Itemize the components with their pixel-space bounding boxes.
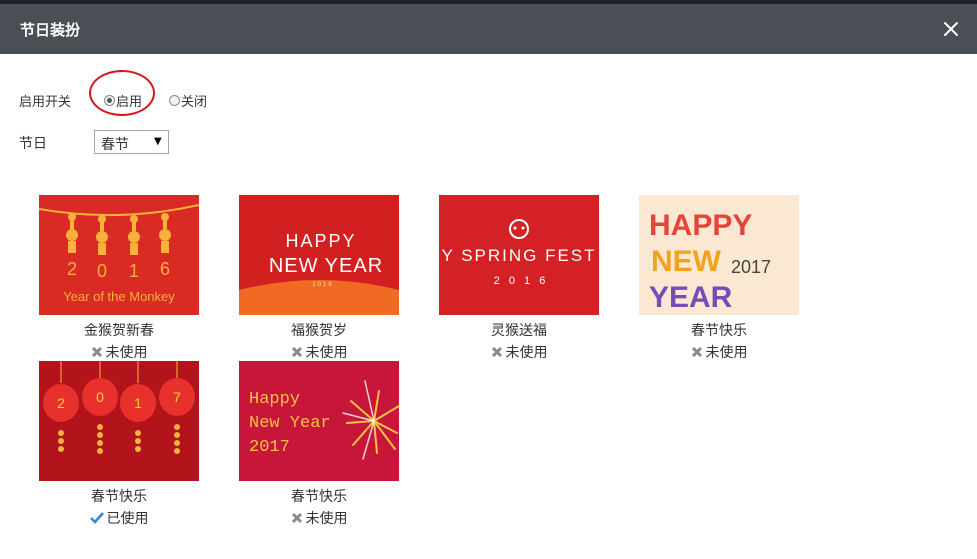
theme-status: 未使用 — [239, 508, 399, 528]
art-text: 2017 — [731, 257, 771, 277]
radio-disable[interactable]: 关闭 — [169, 91, 207, 110]
unused-x-icon — [491, 346, 503, 362]
theme-status: 已使用 — [39, 508, 199, 528]
dialog-title: 节日装扮 — [20, 21, 81, 39]
art-text: 2016 — [312, 282, 333, 288]
art-text: NEW YEAR — [269, 255, 383, 277]
art-text: YEAR — [649, 281, 733, 314]
theme-name: 福猴贺岁 — [291, 323, 347, 339]
theme-status: 未使用 — [639, 342, 799, 362]
holiday-select-value: 春节 — [101, 137, 129, 153]
theme-thumbnail-fireworks[interactable]: Happy New Year 2017 — [239, 361, 399, 481]
art-digit: 0 — [97, 261, 107, 281]
art-text: NEW — [651, 245, 722, 278]
radio-disable-dot[interactable] — [169, 95, 180, 106]
close-icon[interactable] — [941, 19, 961, 39]
art-text: New Year — [249, 414, 331, 433]
theme-name: 灵猴送福 — [491, 323, 547, 339]
art-digit: 2 — [67, 259, 77, 279]
theme-name: 春节快乐 — [91, 489, 147, 505]
art-digit: 0 — [96, 389, 104, 405]
theme-thumbnail-monkey[interactable]: 2 0 1 6 Year of the Monkey — [39, 195, 199, 315]
unused-x-icon — [291, 512, 303, 528]
art-text: 2017 — [249, 438, 290, 457]
theme-status-text: 已使用 — [106, 511, 149, 527]
theme-thumbnail-spring-festival[interactable]: Y SPRING FEST 2 0 1 6 — [439, 195, 599, 315]
unused-x-icon — [91, 346, 103, 362]
art-text: Happy — [249, 390, 300, 409]
theme-status-text: 未使用 — [105, 345, 148, 361]
radio-disable-label[interactable]: 关闭 — [181, 91, 207, 110]
art-digit: 1 — [134, 395, 142, 411]
art-text: HAPPY — [285, 231, 356, 251]
theme-thumbnail-happy-new-year[interactable]: HAPPY NEW YEAR 2016 — [239, 195, 399, 315]
theme-status-text: 未使用 — [305, 511, 348, 527]
radio-enable-label[interactable]: 启用 — [116, 91, 142, 110]
theme-status: 未使用 — [239, 342, 399, 362]
art-digit: 1 — [129, 261, 139, 281]
art-text: Y SPRING FEST — [441, 246, 596, 265]
art-text: Year of the Monkey — [63, 289, 175, 304]
theme-thumbnail-lanterns[interactable]: 2 0 1 7 — [39, 361, 199, 481]
radio-enable[interactable]: 启用 — [104, 91, 142, 110]
art-digit: 7 — [173, 389, 181, 405]
theme-name: 金猴贺新春 — [84, 323, 154, 339]
theme-status-text: 未使用 — [705, 345, 748, 361]
art-text: HAPPY — [649, 209, 752, 242]
art-digit: 2 — [57, 395, 65, 411]
art-digit: 6 — [160, 259, 170, 279]
enable-switch-label: 启用开关 — [19, 95, 72, 110]
theme-status: 未使用 — [439, 342, 599, 362]
theme-name: 春节快乐 — [291, 489, 347, 505]
theme-status: 未使用 — [39, 342, 199, 362]
unused-x-icon — [691, 346, 703, 362]
unused-x-icon — [291, 346, 303, 362]
theme-name: 春节快乐 — [691, 323, 747, 339]
theme-status-text: 未使用 — [305, 345, 348, 361]
theme-status-text: 未使用 — [505, 345, 548, 361]
holiday-select[interactable]: 春节 ▼ — [94, 130, 169, 154]
dialog-header: 节日装扮 — [0, 4, 977, 54]
art-text: 2 0 1 6 — [494, 275, 549, 287]
holiday-label: 节日 — [19, 136, 47, 152]
chevron-down-icon: ▼ — [154, 136, 162, 147]
check-icon — [89, 512, 104, 528]
theme-thumbnail-colorful-new-year[interactable]: HAPPY NEW 2017 YEAR — [639, 195, 799, 315]
radio-enable-dot[interactable] — [104, 95, 115, 106]
